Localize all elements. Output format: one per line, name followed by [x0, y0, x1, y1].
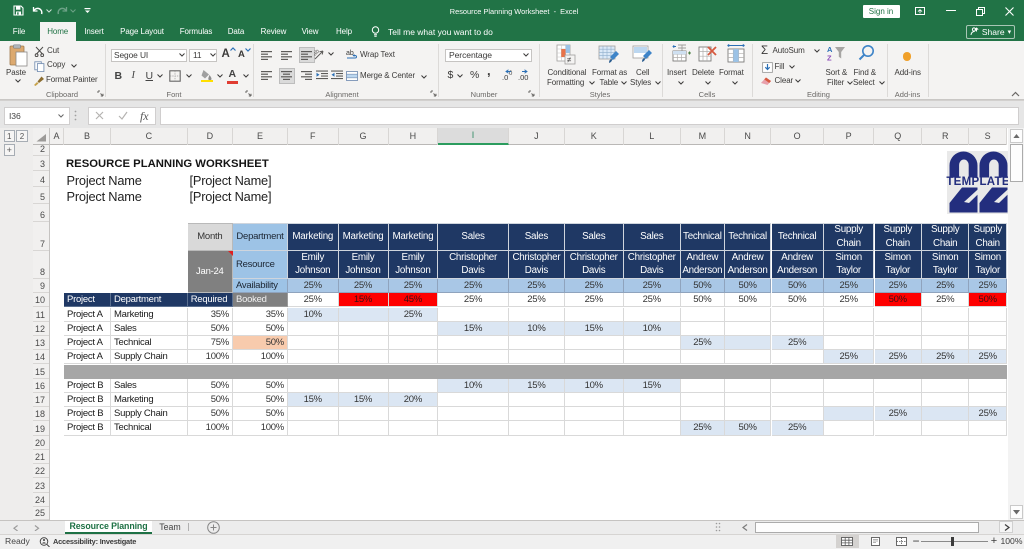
svg-text:≠: ≠ — [567, 56, 572, 65]
svg-text:.00: .00 — [518, 73, 528, 81]
svg-text:ab: ab — [346, 50, 354, 57]
svg-text:.0: .0 — [502, 73, 508, 81]
svg-text:Z: Z — [827, 54, 832, 62]
